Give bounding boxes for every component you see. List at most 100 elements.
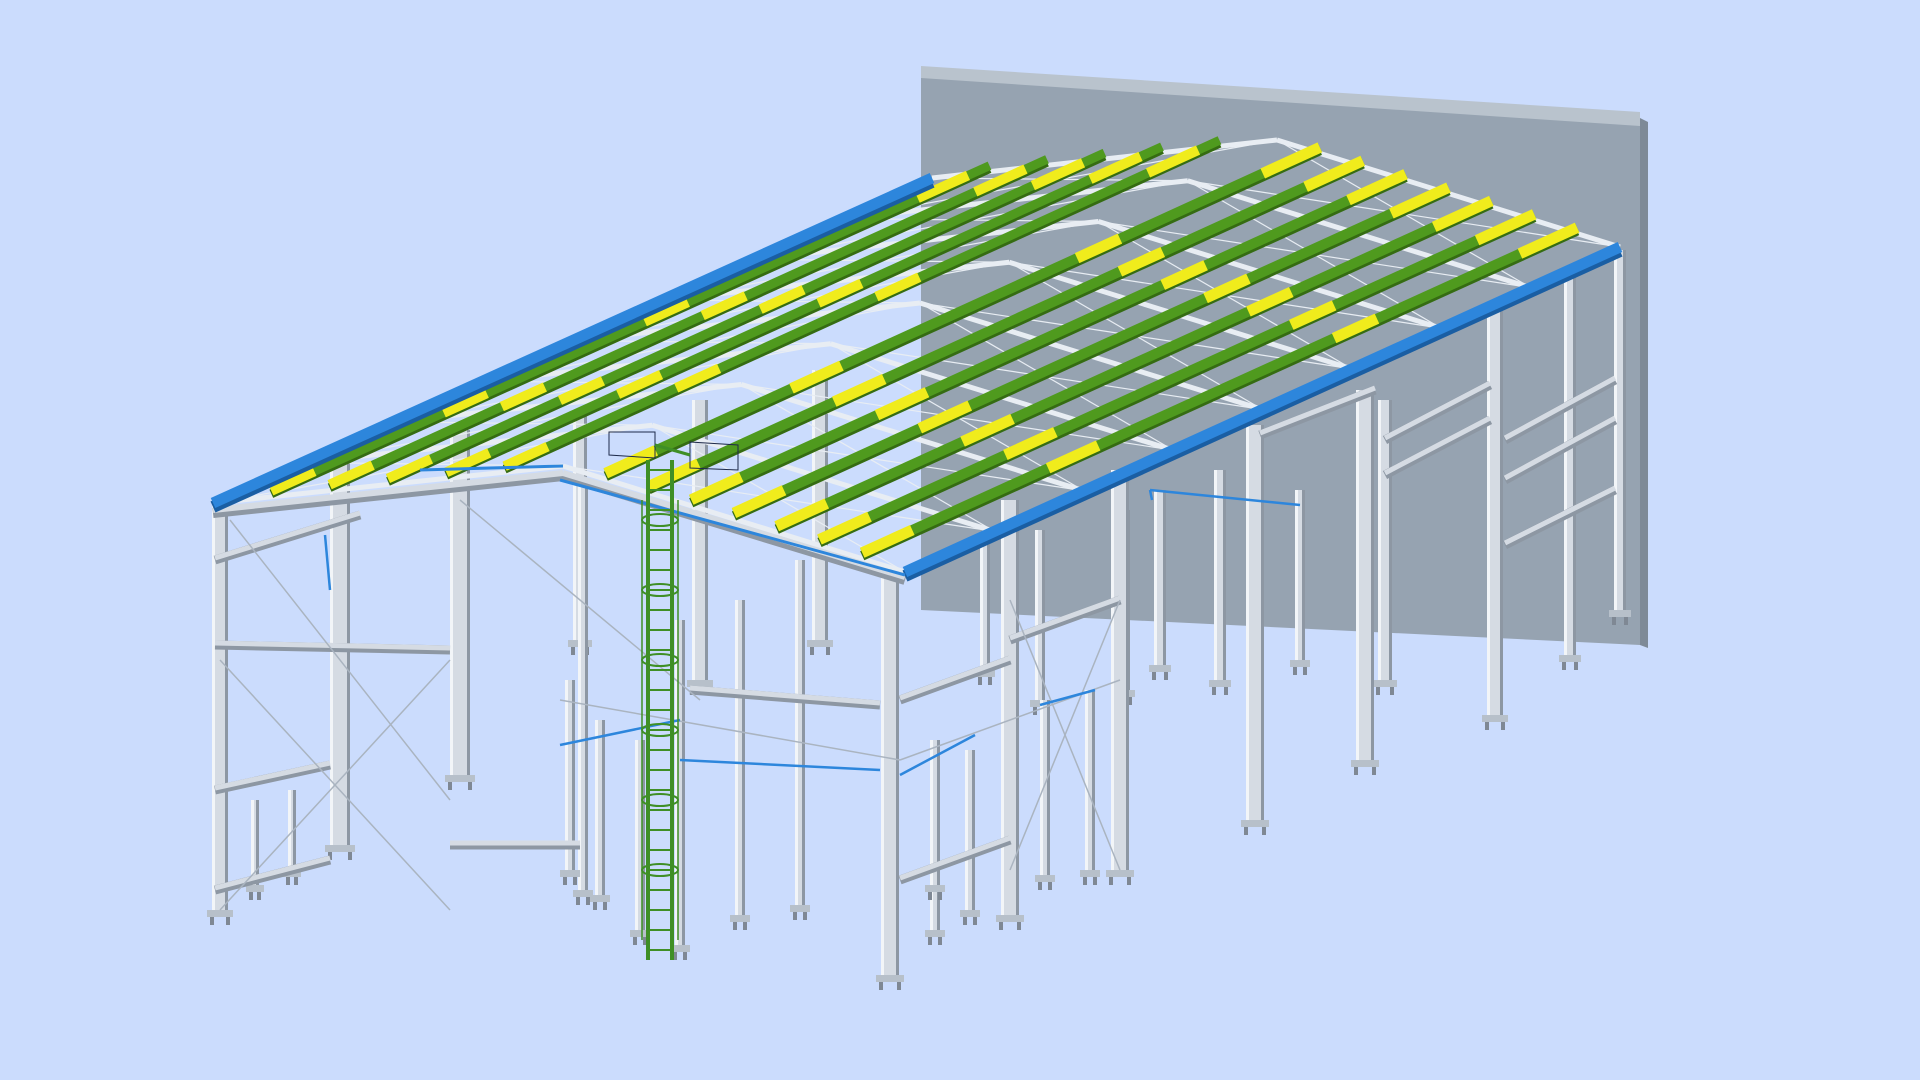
- base-plate: [1241, 820, 1269, 827]
- column-flange-dark: [1163, 490, 1166, 665]
- column-flange-light: [965, 750, 968, 910]
- steel-column: [1080, 690, 1100, 885]
- steel-building-model: [207, 66, 1648, 990]
- anchor-bolt: [249, 892, 253, 900]
- anchor-bolt: [733, 922, 737, 930]
- steel-column: [560, 680, 580, 885]
- column-flange-dark: [602, 720, 605, 895]
- anchor-bolt: [603, 902, 607, 910]
- column-flange-light: [1111, 470, 1114, 870]
- anchor-bolt: [571, 647, 575, 655]
- anchor-bolt: [1017, 922, 1021, 930]
- base-plate: [1482, 715, 1508, 722]
- base-plate: [445, 775, 475, 782]
- column-flange-light: [881, 572, 884, 975]
- column-flange-dark: [1042, 530, 1045, 700]
- column-flange-light: [1356, 390, 1359, 760]
- tension-rod: [323, 534, 332, 591]
- base-plate: [1035, 875, 1055, 882]
- anchor-bolt: [938, 892, 942, 900]
- base-plate: [1559, 655, 1581, 662]
- column-flange-dark: [802, 560, 805, 905]
- column-flange-light: [1487, 310, 1490, 715]
- anchor-bolt: [938, 937, 942, 945]
- anchor-bolt: [1164, 672, 1168, 680]
- anchor-bolt: [593, 902, 597, 910]
- column-flange-dark: [585, 480, 588, 890]
- anchor-bolt: [1093, 877, 1097, 885]
- column-flange-light: [1001, 500, 1004, 915]
- base-plate: [1149, 665, 1171, 672]
- column-flange-dark: [1500, 310, 1503, 715]
- column-flange-light: [1295, 490, 1298, 660]
- anchor-bolt: [1152, 672, 1156, 680]
- anchor-bolt: [803, 912, 807, 920]
- anchor-bolt: [226, 917, 230, 925]
- anchor-bolt: [897, 982, 901, 990]
- steel-column: [925, 750, 945, 900]
- base-plate: [960, 910, 980, 917]
- column-flange-light: [573, 410, 576, 640]
- column-flange-dark: [1302, 490, 1305, 660]
- anchor-bolt: [928, 892, 932, 900]
- base-plate: [246, 885, 264, 892]
- column-flange-dark: [972, 750, 975, 910]
- model-viewport[interactable]: [0, 0, 1920, 1080]
- column-flange-dark: [1092, 690, 1095, 870]
- column-flange-dark: [256, 800, 259, 885]
- base-plate: [590, 895, 610, 902]
- anchor-bolt: [1376, 687, 1380, 695]
- anchor-bolt: [793, 912, 797, 920]
- anchor-bolt: [1038, 882, 1042, 890]
- column-flange-dark: [1261, 425, 1264, 820]
- anchor-bolt: [1612, 617, 1616, 625]
- anchor-bolt: [1262, 827, 1266, 835]
- column-flange-light: [635, 740, 638, 930]
- anchor-bolt: [586, 897, 590, 905]
- steel-column: [1035, 700, 1055, 890]
- base-plate: [807, 640, 833, 647]
- column-flange-dark: [682, 620, 685, 945]
- base-plate: [325, 845, 355, 852]
- anchor-bolt: [1390, 687, 1394, 695]
- girt-highlight: [214, 760, 331, 791]
- anchor-bolt: [294, 877, 298, 885]
- base-plate: [925, 930, 945, 937]
- base-plate: [1290, 660, 1310, 667]
- anchor-bolt: [963, 917, 967, 925]
- steel-column: [876, 572, 904, 990]
- column-flange-light: [1040, 700, 1043, 875]
- base-plate: [790, 905, 810, 912]
- column-flange-dark: [896, 572, 899, 975]
- access-ladder: [641, 460, 679, 960]
- girt-highlight: [899, 835, 1011, 881]
- anchor-bolt: [826, 647, 830, 655]
- anchor-bolt: [448, 782, 452, 790]
- base-plate: [1106, 870, 1134, 877]
- column-flange-light: [1614, 250, 1617, 610]
- base-plate: [560, 870, 580, 877]
- anchor-bolt: [1624, 617, 1628, 625]
- anchor-bolt: [1501, 722, 1505, 730]
- base-plate: [925, 885, 945, 892]
- column-flange-light: [1564, 270, 1567, 655]
- column-flange-dark: [1047, 700, 1050, 875]
- anchor-bolt: [1303, 667, 1307, 675]
- anchor-bolt: [1212, 687, 1216, 695]
- column-flange-light: [595, 720, 598, 895]
- anchor-bolt: [973, 917, 977, 925]
- base-plate: [207, 910, 233, 917]
- anchor-bolt: [210, 917, 214, 925]
- anchor-bolt: [1485, 722, 1489, 730]
- column-flange-light: [212, 505, 215, 910]
- anchor-bolt: [988, 677, 992, 685]
- anchor-bolt: [928, 937, 932, 945]
- steel-column: [730, 600, 750, 930]
- base-plate: [1351, 760, 1379, 767]
- base-plate: [730, 915, 750, 922]
- column-flange-light: [578, 480, 581, 890]
- column-flange-light: [251, 800, 254, 885]
- base-plate: [1209, 680, 1231, 687]
- column-flange-light: [1154, 490, 1157, 665]
- anchor-bolt: [1244, 827, 1248, 835]
